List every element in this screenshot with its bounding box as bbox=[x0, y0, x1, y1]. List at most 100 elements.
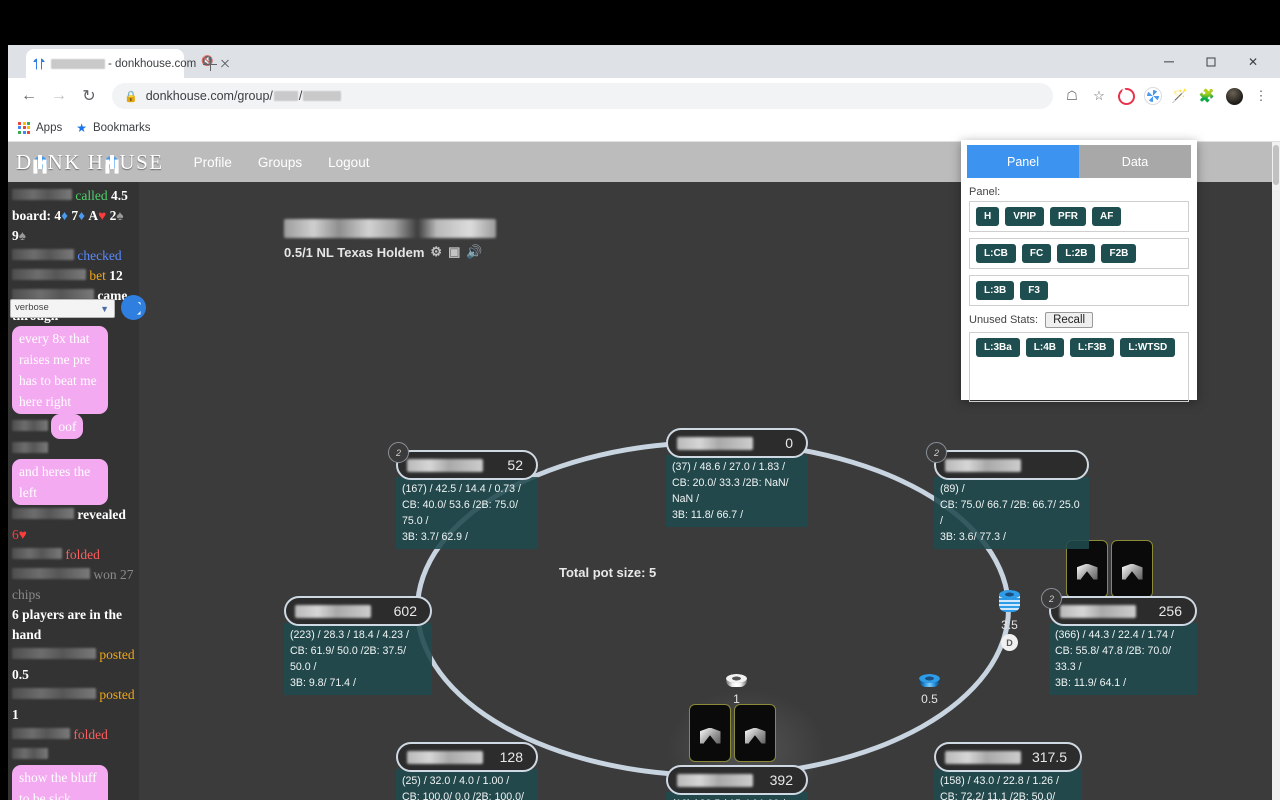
nav-groups[interactable]: Groups bbox=[258, 155, 302, 170]
redacted-tab-name bbox=[51, 58, 105, 69]
stats-line-3: 3B: 9.8/ 71.4 / bbox=[290, 677, 356, 689]
browser-tab[interactable]: - donkhouse.com bbox=[26, 49, 214, 78]
player-bar[interactable]: 602 bbox=[284, 596, 432, 626]
player-bar[interactable]: 2 bbox=[926, 442, 1089, 480]
chat-line: 6 players are in the hand bbox=[10, 605, 137, 645]
unused-stat-chip-l-3ba[interactable]: L:3Ba bbox=[976, 338, 1020, 357]
stats-line-1: (25) / 32.0 / 4.0 / 1.00 / bbox=[402, 775, 510, 787]
address-bar[interactable]: 🔒 donkhouse.com/group/ / bbox=[112, 83, 1053, 109]
unused-stats-label: Unused Stats: bbox=[969, 314, 1039, 326]
player-bar[interactable]: 0 bbox=[666, 428, 808, 458]
site-logo[interactable]: D NK H USE bbox=[16, 150, 164, 175]
menu-kebab-icon[interactable]: ⋮ bbox=[1252, 87, 1270, 105]
player-bar[interactable]: 128 bbox=[396, 742, 538, 772]
stat-chip-fc[interactable]: FC bbox=[1021, 244, 1052, 263]
player-bar[interactable]: 2 52 bbox=[388, 442, 538, 480]
stat-chip-vpip[interactable]: VPIP bbox=[1005, 207, 1045, 226]
bet-right: 3.5 D bbox=[999, 590, 1020, 651]
player-hero[interactable]: post 392 (13) / 38.5 / 15.4 / 1.00 / CB:… bbox=[666, 765, 808, 800]
site-nav: Profile Groups Logout bbox=[194, 155, 370, 170]
player-bottom-left[interactable]: 128 (25) / 32.0 / 4.0 / 1.00 / CB: 100.0… bbox=[396, 742, 538, 800]
nav-profile[interactable]: Profile bbox=[194, 155, 232, 170]
profile-avatar[interactable] bbox=[1225, 87, 1243, 105]
chat-text: 6♥ bbox=[12, 527, 27, 542]
comet-icon[interactable]: 🪄 bbox=[1171, 87, 1189, 105]
window-maximize-button[interactable] bbox=[1190, 47, 1232, 77]
redacted-player-name bbox=[945, 458, 1021, 472]
stats-line-3: 3B: 11.9/ 64.1 / bbox=[1055, 677, 1127, 689]
gear-icon[interactable]: ⚙ bbox=[430, 244, 442, 260]
extension-panel[interactable]: Panel Data Panel: H VPIP PFR AF L:CB FC L:2B F… bbox=[961, 140, 1197, 402]
player-right[interactable]: raise 2 256 (366) / 44.3 / 22.4 / 1.74 /… bbox=[1041, 588, 1197, 695]
bookmarks-folder[interactable]: ★ Bookmarks bbox=[76, 121, 150, 135]
chat-bubble: show the bluff to be sick bbox=[12, 765, 108, 800]
stat-row-1[interactable]: H VPIP PFR AF bbox=[969, 201, 1189, 232]
back-icon[interactable]: ← bbox=[16, 83, 42, 109]
sound-icon[interactable]: 🔊 bbox=[466, 244, 482, 260]
stat-chip-l-3b[interactable]: L:3B bbox=[976, 281, 1015, 300]
player-stats: (366) / 44.3 / 22.4 / 1.74 / CB: 55.8/ 4… bbox=[1049, 623, 1197, 695]
bet-bb: 1 bbox=[726, 674, 747, 706]
chat-line: oof bbox=[10, 414, 137, 439]
player-left[interactable]: fold 602 (223) / 28.3 / 18.4 / 4.23 / CB… bbox=[284, 596, 432, 695]
chat-sidebar[interactable]: called 4.5 board: 4♦ 7♦ A♥ 2♠ 9♠ checked… bbox=[8, 182, 139, 800]
chat-text: 4.5 bbox=[110, 188, 128, 203]
loading-spinner-icon[interactable] bbox=[1144, 87, 1162, 105]
window-minimize-button[interactable] bbox=[1148, 47, 1190, 77]
player-bar[interactable]: 317.5 bbox=[934, 742, 1082, 772]
player-bar[interactable]: 392 bbox=[666, 765, 808, 795]
window-controls: ✕ bbox=[1148, 45, 1274, 78]
stat-chip-af[interactable]: AF bbox=[1092, 207, 1122, 226]
stats-line-1: (89) / bbox=[940, 483, 965, 495]
bookmark-star-icon[interactable]: ☆ bbox=[1090, 87, 1108, 105]
recall-button[interactable]: Recall bbox=[1045, 312, 1094, 328]
redacted-player-name bbox=[1060, 604, 1136, 618]
unused-stat-chip-l-f3b[interactable]: L:F3B bbox=[1070, 338, 1115, 357]
unused-stats-box[interactable]: L:3Ba L:4B L:F3B L:WTSD bbox=[969, 332, 1189, 402]
tab-panel[interactable]: Panel bbox=[967, 145, 1079, 178]
stat-chip-l-cb[interactable]: L:CB bbox=[976, 244, 1016, 263]
page-scrollbar[interactable] bbox=[1272, 142, 1280, 800]
board-label: board: bbox=[12, 208, 55, 223]
stat-chip-h[interactable]: H bbox=[976, 207, 1000, 226]
stat-chip-f2b[interactable]: F2B bbox=[1101, 244, 1137, 263]
opera-icon[interactable] bbox=[1117, 87, 1135, 105]
stat-row-2[interactable]: L:CB FC L:2B F2B bbox=[969, 238, 1189, 269]
window-close-button[interactable]: ✕ bbox=[1232, 47, 1274, 77]
unused-stat-chip-l-wtsd[interactable]: L:WTSD bbox=[1120, 338, 1176, 357]
chat-text: 0.5 bbox=[12, 667, 29, 682]
nav-logout[interactable]: Logout bbox=[328, 155, 369, 170]
player-top-center[interactable]: 0 (37) / 48.6 / 27.0 / 1.83 / CB: 20.0/ … bbox=[666, 428, 808, 527]
stat-chip-l-2b[interactable]: L:2B bbox=[1057, 244, 1096, 263]
theme-toggle-moon-icon[interactable] bbox=[121, 295, 146, 320]
image-icon[interactable]: ▣ bbox=[448, 244, 460, 260]
forward-icon[interactable]: → bbox=[46, 83, 72, 109]
table-meta: 0.5/1 NL Texas Holdem ⚙ ▣ 🔊 bbox=[284, 244, 496, 260]
apps-shortcut[interactable]: Apps bbox=[18, 121, 62, 134]
player-top-right[interactable]: 2 (89) / CB: 75.0/ 66.7 /2B: 66.7/ 25.0 … bbox=[926, 442, 1089, 549]
verbosity-select[interactable]: verbose ▼ bbox=[10, 299, 115, 318]
bet-sb: 0.5 bbox=[919, 674, 940, 706]
player-stats: (158) / 43.0 / 22.8 / 1.26 / CB: 72.2/ 1… bbox=[934, 769, 1082, 800]
player-stack: 392 bbox=[769, 772, 793, 788]
stat-chip-pfr[interactable]: PFR bbox=[1050, 207, 1087, 226]
tab-data[interactable]: Data bbox=[1079, 145, 1191, 178]
stat-row-3[interactable]: L:3B F3 bbox=[969, 275, 1189, 306]
chat-line: folded bbox=[10, 725, 137, 745]
new-tab-button[interactable] bbox=[200, 54, 220, 74]
player-top-left[interactable]: fold 2 52 (167) / 42.5 / 14.4 / 0.73 / C… bbox=[388, 442, 538, 549]
player-stats: (89) / CB: 75.0/ 66.7 /2B: 66.7/ 25.0 / … bbox=[934, 477, 1089, 549]
player-bottom-right[interactable]: fold 317.5 (158) / 43.0 / 22.8 / 1.26 / … bbox=[934, 742, 1082, 800]
stats-line-2: CB: 75.0/ 66.7 /2B: 66.7/ 25.0 / bbox=[940, 499, 1080, 527]
tab-close-icon[interactable] bbox=[218, 57, 232, 71]
scrollbar-thumb[interactable] bbox=[1273, 145, 1279, 185]
puzzle-icon[interactable]: 🧩 bbox=[1198, 87, 1216, 105]
extension-puzzle-icon[interactable]: ☖ bbox=[1063, 87, 1081, 105]
redacted-player-name bbox=[945, 750, 1021, 764]
stat-chip-f3[interactable]: F3 bbox=[1020, 281, 1048, 300]
chat-line: every 8x that raises me pre has to beat … bbox=[10, 326, 137, 414]
reload-icon[interactable]: ↻ bbox=[76, 83, 102, 109]
player-bar[interactable]: 2 256 bbox=[1041, 588, 1197, 626]
board-card: 7♦ bbox=[71, 208, 86, 223]
unused-stat-chip-l-4b[interactable]: L:4B bbox=[1025, 338, 1065, 357]
